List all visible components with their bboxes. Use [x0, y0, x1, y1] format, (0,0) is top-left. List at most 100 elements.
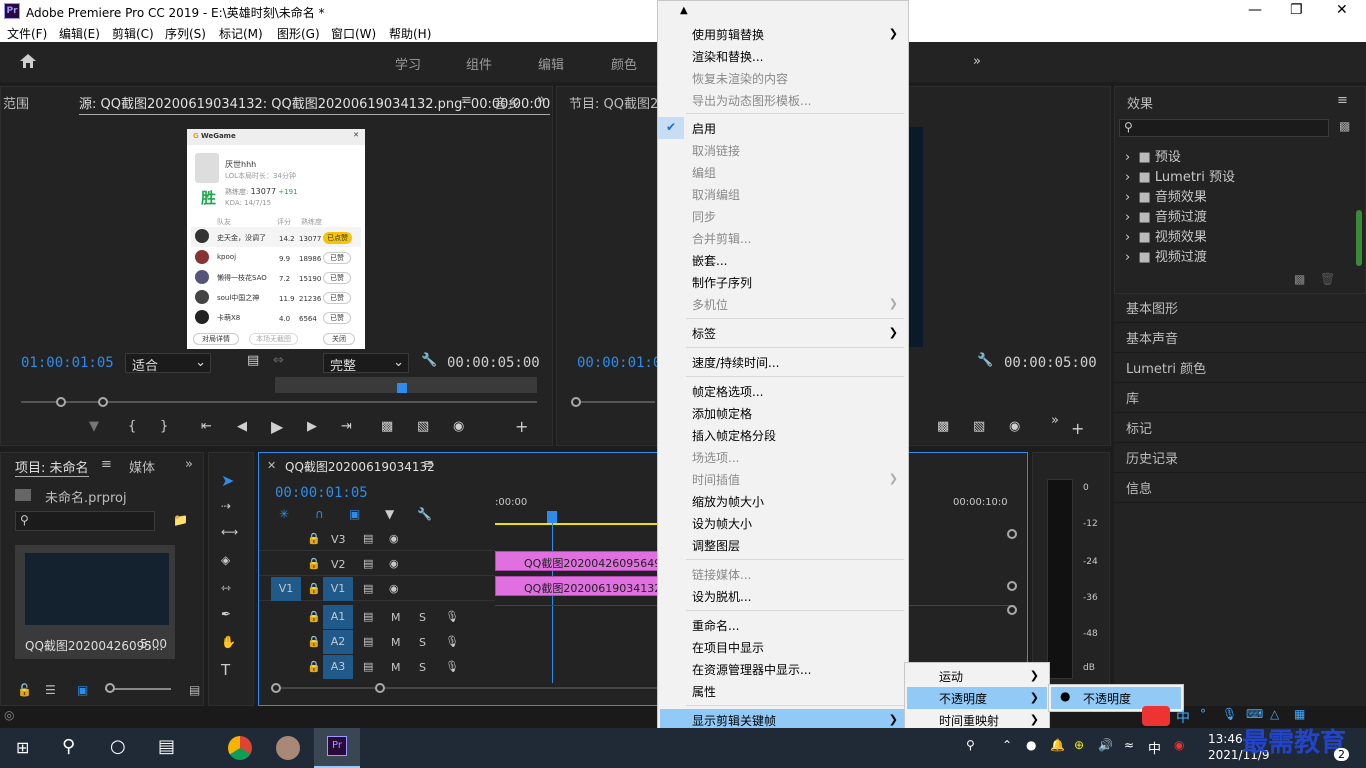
- menu-graphics[interactable]: 图形(G): [277, 25, 320, 42]
- effects-item-video-effects[interactable]: › ■ 视频效果: [1125, 226, 1207, 245]
- menu-item-scale-to-frame[interactable]: 缩放为帧大小: [658, 490, 908, 512]
- toolbox-icon[interactable]: ▦: [1294, 707, 1305, 721]
- menu-sequence[interactable]: 序列(S): [165, 25, 206, 42]
- project-clip-item[interactable]: QQ截图20200426095... 5:00: [15, 545, 175, 659]
- eye-icon[interactable]: ◉: [389, 582, 399, 595]
- menu-item-make-offline[interactable]: 设为脱机...: [658, 585, 908, 607]
- close-icon[interactable]: ✕: [1336, 2, 1348, 18]
- panel-menu-icon[interactable]: ≡: [423, 457, 434, 472]
- sync-lock-icon[interactable]: ▤: [363, 610, 373, 623]
- home-icon[interactable]: [19, 53, 37, 69]
- program-timecode[interactable]: 00:00:01:05: [577, 355, 670, 371]
- list-view-icon[interactable]: ☰: [45, 683, 56, 697]
- type-tool-icon[interactable]: T: [221, 661, 230, 679]
- work-area-bar[interactable]: [495, 523, 659, 525]
- project-search-input[interactable]: ⚲: [15, 511, 155, 531]
- v-scroll-handle[interactable]: [1007, 605, 1017, 615]
- insert-icon[interactable]: ▩: [381, 419, 393, 434]
- wrench-icon[interactable]: 🔧: [417, 507, 432, 521]
- tab-program[interactable]: 节目: QQ截图2: [569, 93, 658, 112]
- lock-icon[interactable]: 🔒: [307, 582, 321, 595]
- source-patch-v1[interactable]: V1: [271, 577, 301, 601]
- linked-selection-icon[interactable]: ∩: [315, 507, 324, 521]
- tab-audio-clip-mixer[interactable]: 音乡: [494, 93, 520, 112]
- tab-range[interactable]: 范围: [3, 93, 29, 112]
- keyboard-icon[interactable]: ⌨: [1246, 707, 1263, 721]
- add-icon[interactable]: ⊕: [1074, 738, 1084, 752]
- menu-item-replace-with-clip[interactable]: 使用剪辑替换 ❯: [658, 23, 908, 45]
- quality-select[interactable]: 完整 ⌄: [323, 353, 409, 374]
- tab-sequence[interactable]: QQ截图20200619034132: [285, 458, 435, 475]
- search-icon[interactable]: ⚲: [62, 736, 75, 757]
- camera-icon[interactable]: ◉: [1009, 419, 1020, 434]
- track-label[interactable]: V1: [323, 577, 353, 601]
- step-forward-icon[interactable]: ▶: [307, 419, 317, 434]
- clock-time[interactable]: 13:46: [1208, 732, 1243, 746]
- timeline-clip-v1[interactable]: QQ截图20200619034132.png: [495, 576, 659, 596]
- windows-start-icon[interactable]: ⊞: [16, 738, 29, 757]
- workspace-color[interactable]: 颜色: [611, 54, 637, 73]
- mute-button[interactable]: M: [391, 611, 401, 624]
- track-label[interactable]: V3: [331, 533, 346, 546]
- sync-lock-icon[interactable]: ▤: [363, 532, 373, 545]
- eye-icon[interactable]: ◉: [389, 557, 399, 570]
- new-custom-bin-icon[interactable]: ▩: [1339, 119, 1350, 133]
- ripple-edit-tool-icon[interactable]: ⟷: [221, 525, 238, 539]
- wrench-icon[interactable]: 🔧: [977, 353, 993, 368]
- microphone-icon[interactable]: 🎙: [445, 610, 459, 623]
- menu-item-speed-duration[interactable]: 速度/持续时间...: [658, 351, 908, 373]
- lock-icon[interactable]: 🔓: [17, 683, 32, 697]
- voice-icon[interactable]: 🎙: [1222, 707, 1237, 721]
- menu-item-properties[interactable]: 属性: [658, 680, 908, 702]
- marker-icon[interactable]: ▼: [385, 507, 394, 521]
- lock-icon[interactable]: 🔒: [307, 557, 321, 570]
- track-label[interactable]: A1: [323, 605, 353, 629]
- mark-out-icon[interactable]: }: [160, 419, 168, 434]
- premiere-taskbar-button[interactable]: Pr: [314, 728, 360, 768]
- panel-menu-icon[interactable]: ≡: [1337, 93, 1348, 108]
- track-label[interactable]: A3: [323, 655, 353, 679]
- panel-overflow-icon[interactable]: »: [185, 457, 193, 472]
- microphone-icon[interactable]: 🎙: [445, 635, 459, 648]
- menu-item-add-frame-hold[interactable]: 添加帧定格: [658, 402, 908, 424]
- add-marker-icon[interactable]: ▼: [89, 419, 99, 434]
- chrome-icon[interactable]: [228, 736, 252, 760]
- snap-icon[interactable]: ✳: [279, 507, 289, 521]
- volume-icon[interactable]: 🔊: [1098, 738, 1113, 752]
- mute-button[interactable]: M: [391, 636, 401, 649]
- lock-icon[interactable]: 🔒: [307, 635, 321, 648]
- source-timecode[interactable]: 01:00:01:05: [21, 355, 114, 371]
- qq-icon[interactable]: ●: [1026, 738, 1036, 752]
- more-controls-icon[interactable]: »: [1051, 413, 1059, 428]
- track-select-tool-icon[interactable]: ⇢: [221, 499, 231, 513]
- menu-item-frame-hold-options[interactable]: 帧定格选项...: [658, 380, 908, 402]
- source-playhead[interactable]: [397, 383, 407, 393]
- panel-menu-icon[interactable]: ≡: [461, 93, 472, 108]
- ime-mode-indicator[interactable]: 中: [1176, 707, 1190, 727]
- tray-expand-icon[interactable]: ⌃: [1002, 738, 1012, 752]
- v-scroll-handle[interactable]: [1007, 529, 1017, 539]
- scroll-up-icon[interactable]: ▲: [680, 5, 688, 16]
- maximize-icon[interactable]: ❐: [1290, 2, 1303, 18]
- solo-button[interactable]: S: [419, 661, 426, 674]
- effects-item-lumetri-presets[interactable]: › ■ Lumetri 预设: [1125, 166, 1235, 185]
- effects-item-presets[interactable]: › ■ 预设: [1125, 146, 1181, 165]
- hand-tool-icon[interactable]: ✋: [221, 635, 236, 649]
- go-to-in-icon[interactable]: ⇤: [201, 419, 212, 434]
- solo-button[interactable]: S: [419, 636, 426, 649]
- sogou-icon[interactable]: ◉: [1174, 738, 1184, 752]
- pen-tool-icon[interactable]: ✒: [221, 607, 231, 621]
- menu-item-nest[interactable]: 嵌套...: [658, 249, 908, 271]
- effects-item-video-transitions[interactable]: › ■ 视频过渡: [1125, 246, 1207, 265]
- panel-menu-icon[interactable]: ≡: [101, 457, 112, 472]
- go-to-out-icon[interactable]: ⇥: [341, 419, 352, 434]
- razor-tool-icon[interactable]: ◈: [221, 553, 230, 567]
- menu-item-rename[interactable]: 重命名...: [658, 614, 908, 636]
- lock-icon[interactable]: 🔒: [307, 532, 321, 545]
- tab-media-browser[interactable]: 媒体: [129, 457, 155, 476]
- cortana-icon[interactable]: ○: [110, 736, 126, 757]
- wrench-icon[interactable]: 🔧: [421, 353, 437, 368]
- effects-item-audio-transitions[interactable]: › ■ 音频过渡: [1125, 206, 1207, 225]
- menu-item-make-subsequence[interactable]: 制作子序列: [658, 271, 908, 293]
- extract-icon[interactable]: ▧: [973, 419, 985, 434]
